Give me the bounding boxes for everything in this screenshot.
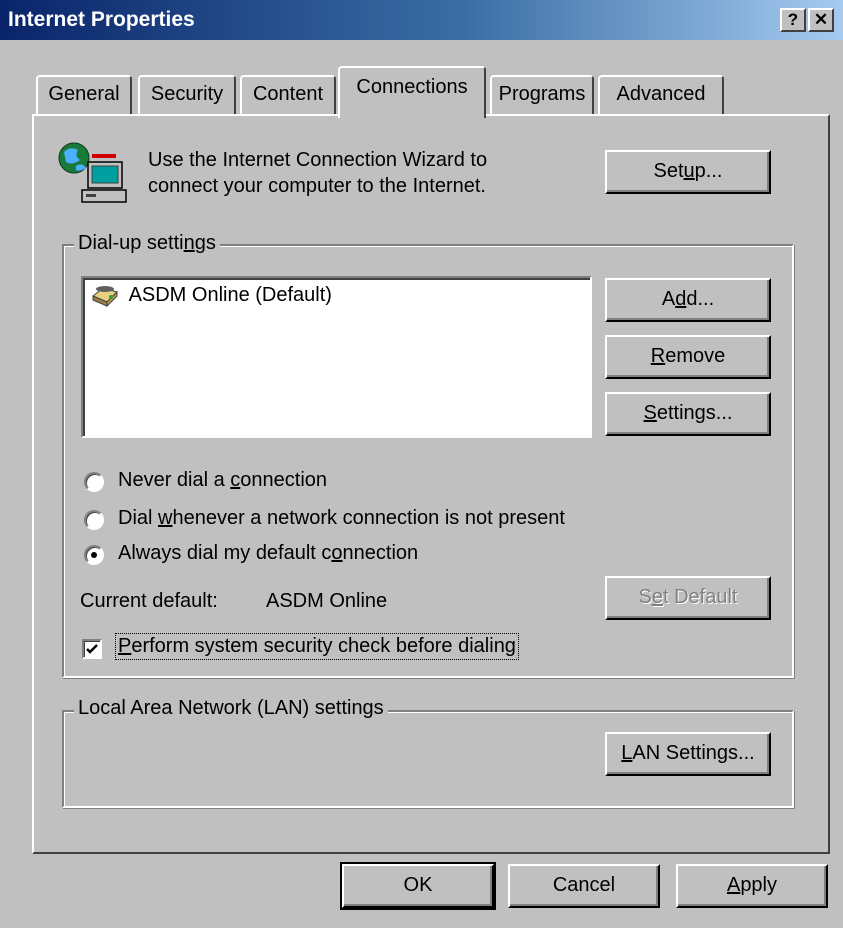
radio-label-b: henever a network connection is not pres… (172, 507, 565, 529)
tab-label: General (48, 83, 120, 105)
tab-content[interactable]: Content (240, 75, 336, 115)
tab-label: Security (150, 83, 224, 105)
dial-whenever-radio[interactable] (84, 510, 104, 530)
group-accelerator: n (183, 232, 195, 254)
window-title: Internet Properties (8, 8, 195, 31)
check-accelerator: P (118, 635, 132, 657)
always-dial-radio[interactable] (84, 545, 104, 565)
security-check-label[interactable]: Perform system security check before dia… (115, 633, 519, 660)
group-label-a: Dial-up setti (78, 232, 184, 254)
radio-accelerator: w (158, 507, 173, 529)
tab-programs[interactable]: Programs (490, 75, 594, 115)
settings-accelerator: S (643, 402, 657, 424)
title-bar[interactable]: Internet Properties ? ✕ (0, 0, 843, 40)
radio-accelerator: o (331, 542, 343, 564)
dial-whenever-label[interactable]: Dial whenever a network connection is no… (118, 507, 565, 530)
add-label-a: A (661, 288, 676, 310)
settings-button[interactable]: Settings... (605, 392, 771, 436)
radio-label-a: Dial (118, 507, 159, 529)
close-button[interactable]: ✕ (808, 8, 834, 32)
wizard-text-line-1: Use the Internet Connection Wizard to (148, 149, 488, 171)
check-label: erform system security check before dial… (131, 635, 516, 657)
never-dial-label[interactable]: Never dial a connection (118, 469, 327, 492)
apply-label: pply (740, 874, 778, 896)
radio-label-a: Always dial my default c (118, 542, 332, 564)
set-default-button[interactable]: Set Default (605, 576, 771, 620)
add-label-b: d... (686, 288, 715, 310)
apply-button[interactable]: Apply (676, 864, 828, 908)
tab-general[interactable]: General (36, 75, 132, 115)
list-item-label: ASDM Online (Default) (128, 283, 332, 306)
security-check-checkbox[interactable] (82, 639, 102, 659)
set-default-label-a: S (638, 586, 652, 608)
tab-security[interactable]: Security (138, 75, 236, 115)
lan-accelerator: L (621, 742, 633, 764)
remove-label: emove (665, 345, 726, 367)
dialup-connections-list[interactable]: ASDM Online (Default) (81, 276, 592, 438)
tab-label: Programs (498, 83, 586, 105)
tab-label: Advanced (616, 83, 706, 105)
tab-advanced[interactable]: Advanced (598, 75, 724, 115)
tab-connections[interactable]: Connections (338, 66, 486, 118)
radio-accelerator: c (230, 469, 241, 491)
lan-settings-button[interactable]: LAN Settings... (605, 732, 771, 776)
radio-selected-dot (91, 552, 97, 558)
radio-label-a: Never dial a (118, 469, 231, 491)
radio-label-b: onnection (240, 469, 328, 491)
set-default-accelerator: e (651, 586, 663, 608)
current-default-value: ASDM Online (266, 590, 388, 612)
help-button[interactable]: ? (780, 8, 806, 32)
setup-label-b: p... (694, 160, 723, 182)
tab-label: Connections (356, 76, 468, 98)
current-default-label: Current default: (80, 590, 218, 612)
wizard-text-line-2: connect your computer to the Internet. (148, 175, 486, 197)
never-dial-radio[interactable] (84, 472, 104, 492)
checkmark-icon (86, 644, 98, 654)
list-item[interactable]: ASDM Online (Default) (89, 282, 332, 310)
settings-label: ettings... (656, 402, 733, 424)
radio-label-b: nnection (342, 542, 419, 564)
ok-button[interactable]: OK (340, 862, 496, 910)
always-dial-label[interactable]: Always dial my default connection (118, 542, 418, 565)
connection-wizard-icon (58, 142, 127, 203)
add-button[interactable]: Add... (605, 278, 771, 322)
setup-button[interactable]: Setup... (605, 150, 771, 194)
setup-label-a: Set (653, 160, 684, 182)
remove-accelerator: R (650, 345, 666, 367)
set-default-label-b: t Default (662, 586, 738, 608)
cancel-button[interactable]: Cancel (508, 864, 660, 908)
apply-accelerator: A (726, 874, 741, 896)
group-label-b: gs (194, 232, 216, 254)
remove-button[interactable]: Remove (605, 335, 771, 379)
add-accelerator: d (675, 288, 687, 310)
tab-label: Content (252, 83, 324, 105)
setup-accelerator: u (683, 160, 695, 182)
dialup-connection-icon (92, 286, 118, 308)
dialup-settings-group-label: Dial-up settings (74, 232, 220, 255)
lan-settings-group-label: Local Area Network (LAN) settings (74, 697, 388, 720)
lan-label: AN Settings... (632, 742, 755, 764)
